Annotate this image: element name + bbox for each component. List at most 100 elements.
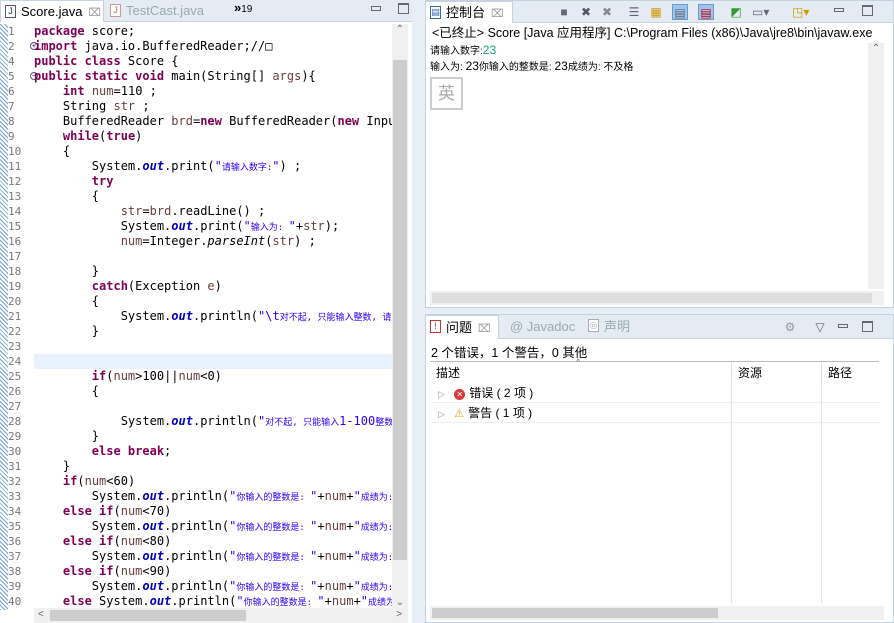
line-number: 33 — [8, 489, 34, 504]
expand-icon[interactable]: ▷ — [438, 409, 445, 419]
code-line — [34, 354, 392, 369]
vertical-scrollbar[interactable]: ⌃ ⌄ — [392, 24, 408, 608]
filter-icon[interactable]: ⚙ — [782, 319, 798, 335]
scroll-up-icon[interactable]: ⌃ — [392, 24, 408, 38]
terminate-icon[interactable]: ■ — [556, 4, 572, 20]
maximize-icon[interactable] — [862, 321, 873, 332]
code-token: " — [317, 594, 325, 608]
code-token: System. — [34, 159, 143, 173]
horizontal-scrollbar[interactable] — [430, 606, 884, 620]
maximize-icon[interactable] — [398, 3, 409, 14]
tab-score-java[interactable]: J Score.java ⌧ — [0, 0, 104, 22]
code-token: num — [120, 504, 143, 518]
scroll-left-icon[interactable]: < — [38, 609, 44, 620]
code-token: out — [149, 594, 172, 608]
code-line: } — [34, 459, 392, 474]
code-token: System. — [34, 519, 143, 533]
tab-problems[interactable]: ! 问题 ⌧ — [425, 315, 499, 339]
tab-declaration[interactable]: ◎ 声明 — [584, 315, 630, 337]
code-token: num — [113, 369, 136, 383]
code-token: = — [142, 204, 150, 218]
close-tab-icon[interactable]: ⌧ — [491, 8, 504, 20]
code-line: } — [34, 429, 392, 444]
horizontal-scrollbar[interactable] — [430, 291, 884, 305]
expand-icon[interactable]: ▷ — [438, 389, 445, 399]
open-console-icon[interactable]: ◳▾ — [792, 4, 809, 20]
tab-label: @ Javadoc — [510, 319, 576, 334]
remove-all-icon[interactable]: ✖ — [599, 4, 615, 20]
tab-javadoc[interactable]: @ Javadoc — [504, 315, 575, 337]
code-line: str=brd.readLine() ; — [34, 204, 392, 219]
code-token: package — [34, 24, 85, 38]
minimize-icon[interactable] — [838, 324, 848, 328]
word-wrap-icon[interactable]: ▤ — [672, 4, 688, 20]
code-token: + — [346, 489, 354, 503]
code-token: import — [34, 39, 78, 53]
output-text: 23 — [554, 59, 568, 73]
line-number: 14 — [8, 204, 34, 219]
pin-console-icon[interactable]: ◩ — [728, 4, 744, 20]
code-token: + — [317, 579, 325, 593]
code-token: num — [120, 564, 143, 578]
column-header-description[interactable]: 描述 — [430, 363, 732, 383]
code-token: System. — [34, 579, 143, 593]
line-number: 29 — [8, 429, 34, 444]
scroll-up-icon[interactable]: ⌃ — [868, 43, 884, 54]
code-token: { — [34, 294, 100, 308]
code-token: { — [34, 189, 100, 203]
line-number-text: 33 — [8, 490, 22, 503]
minimize-icon[interactable] — [834, 8, 844, 12]
problem-group-errors[interactable]: ▷ ✕ 错误 ( 2 项 ) — [432, 383, 879, 403]
code-token: .println( — [192, 414, 258, 428]
maximize-icon[interactable] — [862, 5, 873, 16]
display-console-icon[interactable]: ▭▾ — [752, 4, 769, 20]
code-area[interactable]: package score; import java.io.BufferedRea… — [34, 24, 392, 609]
line-number-text: 13 — [8, 190, 22, 203]
code-token: String — [34, 99, 114, 113]
code-token: } — [34, 459, 71, 473]
tab-overflow-button[interactable]: »19 — [234, 0, 252, 15]
horizontal-scrollbar[interactable]: < > — [34, 608, 408, 623]
column-header-resource[interactable]: 资源 — [732, 363, 822, 383]
line-number: 21 — [8, 309, 34, 324]
scroll-down-icon[interactable]: ⌄ — [392, 597, 408, 608]
tab-console[interactable]: ▤ 控制台 ⌧ — [425, 1, 513, 23]
column-header-path[interactable]: 路径 — [822, 363, 880, 383]
code-token: ) — [135, 129, 143, 143]
scroll-thumb[interactable] — [393, 60, 407, 560]
code-token: str — [113, 99, 136, 113]
close-tab-icon[interactable]: ⌧ — [478, 323, 491, 335]
code-token: ) ; — [279, 159, 302, 173]
line-number-text: 25 — [8, 370, 22, 383]
code-token: ) ; — [294, 234, 316, 248]
line-number-text: 38 — [8, 565, 22, 578]
remove-launch-icon[interactable]: ✖ — [578, 4, 594, 20]
scroll-right-icon[interactable]: > — [396, 609, 402, 620]
problems-summary: 2 个错误，1 个警告，0 其他 — [431, 346, 588, 360]
line-number: 35 — [8, 519, 34, 534]
vertical-scrollbar[interactable]: ⌃ — [868, 43, 884, 289]
console-output[interactable]: 请输入数字:23 输入为: 23你输入的整数是: 23成绩为: 不及格 英 — [430, 43, 868, 289]
close-tab-icon[interactable]: ⌧ — [88, 7, 101, 19]
code-token: str — [303, 219, 325, 233]
show-on-output-icon[interactable]: ▤ — [698, 4, 714, 20]
code-token: try — [91, 174, 114, 188]
tab-testcast-java[interactable]: J TestCast.java — [106, 0, 216, 22]
clear-console-icon[interactable]: ☰ — [626, 4, 642, 20]
code-token: >100|| — [135, 369, 179, 383]
problem-group-warnings[interactable]: ▷ ⚠ 警告 ( 1 项 ) — [432, 403, 879, 423]
line-number: 23 — [8, 339, 34, 354]
scroll-thumb[interactable] — [432, 608, 718, 618]
scroll-lock-icon[interactable]: ▦ — [648, 4, 664, 20]
view-menu-icon[interactable]: ▽ — [812, 319, 828, 335]
minimize-icon[interactable] — [371, 6, 381, 11]
scroll-thumb[interactable] — [432, 293, 872, 303]
line-number: 7 — [8, 99, 34, 114]
code-token: " — [353, 579, 361, 593]
scroll-thumb[interactable] — [50, 610, 246, 621]
code-line: { — [34, 294, 392, 309]
